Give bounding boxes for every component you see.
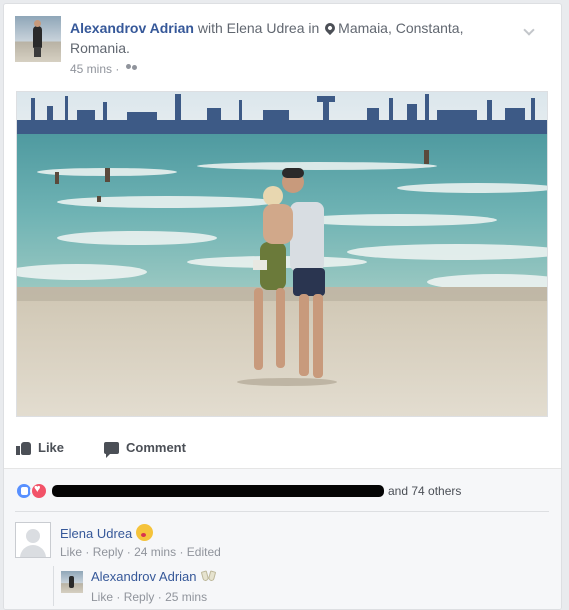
location-pin-icon bbox=[323, 20, 338, 36]
comment-author: Elena Udrea bbox=[60, 524, 154, 541]
comment-sep: · bbox=[126, 545, 131, 559]
friends-icon[interactable] bbox=[125, 64, 138, 74]
reply-author-name[interactable]: Alexandrov Adrian bbox=[91, 569, 197, 584]
author-name[interactable]: Alexandrov Adrian bbox=[70, 20, 194, 36]
kissing-face-icon bbox=[136, 524, 154, 541]
meta-separator: · bbox=[115, 62, 120, 76]
comment-label: Comment bbox=[126, 440, 186, 455]
in-text: in bbox=[308, 20, 320, 36]
reply-author: Alexandrov Adrian bbox=[91, 569, 217, 584]
comment-icon bbox=[104, 441, 119, 458]
post-photo[interactable] bbox=[16, 91, 548, 417]
commenter-avatar[interactable] bbox=[15, 522, 51, 558]
with-text: with bbox=[197, 20, 223, 36]
comment-author-name[interactable]: Elena Udrea bbox=[60, 526, 132, 541]
comment-time[interactable]: 24 mins bbox=[134, 545, 176, 559]
comments-area: and 74 others Elena Udrea Like · Reply ·… bbox=[4, 468, 561, 609]
reaction-others-text[interactable]: and 74 others bbox=[388, 484, 461, 498]
reply-thread-line bbox=[53, 566, 54, 606]
post-header: Alexandrov Adrian with Elena Udrea in Ma… bbox=[15, 14, 545, 80]
post-actions: Like Comment bbox=[16, 436, 548, 464]
author-avatar[interactable] bbox=[15, 16, 61, 62]
beach-photo-image bbox=[17, 92, 547, 416]
reply-sep: · bbox=[157, 590, 162, 604]
comment-button[interactable]: Comment bbox=[104, 440, 186, 458]
reply-like-link[interactable]: Like bbox=[91, 590, 113, 604]
post-headline: Alexandrov Adrian with Elena Udrea in Ma… bbox=[70, 18, 520, 58]
comment-sep: · bbox=[85, 545, 90, 559]
comment-edited[interactable]: Edited bbox=[187, 545, 221, 559]
love-reaction-icon bbox=[30, 482, 48, 500]
comment-reply-link[interactable]: Reply bbox=[93, 545, 124, 559]
post-card: Alexandrov Adrian with Elena Udrea in Ma… bbox=[3, 3, 562, 610]
thumbs-up-icon bbox=[16, 441, 32, 455]
reactions-summary[interactable]: and 74 others bbox=[15, 481, 461, 501]
reply-sep: · bbox=[116, 590, 121, 604]
comment-like-link[interactable]: Like bbox=[60, 545, 82, 559]
reply-reply-link[interactable]: Reply bbox=[124, 590, 155, 604]
tagged-user[interactable]: Elena Udrea bbox=[227, 20, 305, 36]
chevron-down-icon[interactable] bbox=[523, 24, 535, 36]
reply-author-avatar[interactable] bbox=[61, 571, 83, 593]
divider bbox=[15, 511, 549, 512]
comment-actions: Like · Reply · 24 mins · Edited bbox=[60, 545, 221, 559]
post-meta: 45 mins · bbox=[70, 62, 138, 76]
like-label: Like bbox=[38, 440, 65, 455]
comment-sep: · bbox=[179, 545, 184, 559]
post-time[interactable]: 45 mins bbox=[70, 62, 112, 76]
like-button[interactable]: Like bbox=[16, 440, 64, 455]
reply-time[interactable]: 25 mins bbox=[165, 590, 207, 604]
clinking-glasses-icon bbox=[200, 569, 217, 583]
redacted-names bbox=[52, 485, 384, 497]
reply-actions: Like · Reply · 25 mins bbox=[91, 590, 207, 604]
